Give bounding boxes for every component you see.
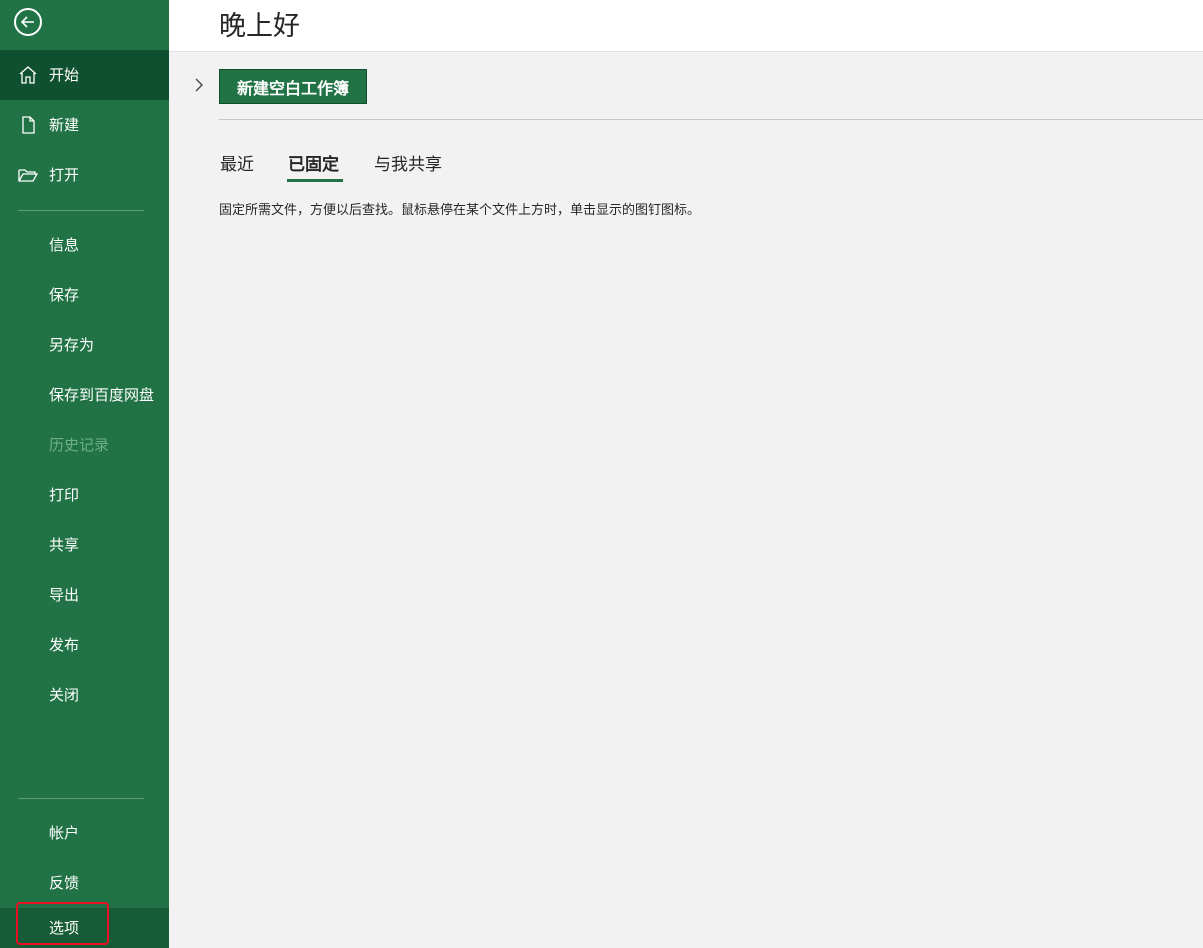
chevron-right-icon[interactable] <box>190 76 208 94</box>
sidebar-item-label: 反馈 <box>49 874 80 892</box>
sidebar-item-export[interactable]: 导出 <box>0 570 169 620</box>
sidebar-item-info[interactable]: 信息 <box>0 220 169 270</box>
sidebar-item-account[interactable]: 帐户 <box>0 808 169 858</box>
new-document-icon <box>22 116 35 134</box>
page-title: 晚上好 <box>219 11 300 42</box>
backstage-sidebar: 开始 新建 打开 信息 保存 另存为 保存到百度网盘 历史记录 打印 共享 导出… <box>0 0 169 948</box>
section-divider <box>219 119 1203 120</box>
sidebar-item-feedback[interactable]: 反馈 <box>0 858 169 908</box>
sidebar-item-options[interactable]: 选项 <box>0 908 169 948</box>
sidebar-divider <box>18 798 144 799</box>
tab-pinned[interactable]: 已固定 <box>288 150 339 176</box>
pinned-hint-text: 固定所需文件，方便以后查找。鼠标悬停在某个文件上方时，单击显示的图钉图标。 <box>219 203 701 218</box>
sidebar-item-label: 信息 <box>49 236 80 254</box>
sidebar-item-new[interactable]: 新建 <box>0 100 169 150</box>
sidebar-divider <box>18 210 144 211</box>
sidebar-item-label: 导出 <box>49 586 80 604</box>
active-tab-indicator <box>287 179 343 182</box>
folder-open-icon <box>18 169 38 182</box>
sidebar-item-publish[interactable]: 发布 <box>0 620 169 670</box>
sidebar-item-label: 保存 <box>49 286 80 304</box>
sidebar-item-save-as[interactable]: 另存为 <box>0 320 169 370</box>
sidebar-item-label: 发布 <box>49 636 80 654</box>
sidebar-item-label: 打开 <box>49 166 80 184</box>
sidebar-item-label: 保存到百度网盘 <box>49 386 155 404</box>
sidebar-item-label: 打印 <box>49 486 80 504</box>
sidebar-item-label: 共享 <box>49 536 80 554</box>
sidebar-item-home[interactable]: 开始 <box>0 50 169 100</box>
back-arrow-icon[interactable] <box>14 8 42 36</box>
sidebar-item-share[interactable]: 共享 <box>0 520 169 570</box>
sidebar-item-history: 历史记录 <box>0 420 169 470</box>
sidebar-item-label: 历史记录 <box>49 436 110 454</box>
sidebar-item-label: 选项 <box>49 919 80 937</box>
sidebar-item-save-to-baidu[interactable]: 保存到百度网盘 <box>0 370 169 420</box>
sidebar-item-label: 另存为 <box>49 336 95 354</box>
sidebar-item-print[interactable]: 打印 <box>0 470 169 520</box>
sidebar-item-save[interactable]: 保存 <box>0 270 169 320</box>
sidebar-item-label: 关闭 <box>49 686 80 704</box>
sidebar-item-label: 帐户 <box>49 824 80 842</box>
tab-shared-with-me[interactable]: 与我共享 <box>374 150 442 176</box>
sidebar-item-open[interactable]: 打开 <box>0 150 169 200</box>
sidebar-item-close[interactable]: 关闭 <box>0 670 169 720</box>
header-bar: 晚上好 <box>169 0 1203 52</box>
tab-recent[interactable]: 最近 <box>220 150 254 176</box>
sidebar-item-label: 开始 <box>49 66 80 84</box>
home-icon <box>19 66 37 84</box>
sidebar-item-label: 新建 <box>49 116 80 134</box>
new-blank-workbook-button[interactable]: 新建空白工作簿 <box>219 69 367 104</box>
